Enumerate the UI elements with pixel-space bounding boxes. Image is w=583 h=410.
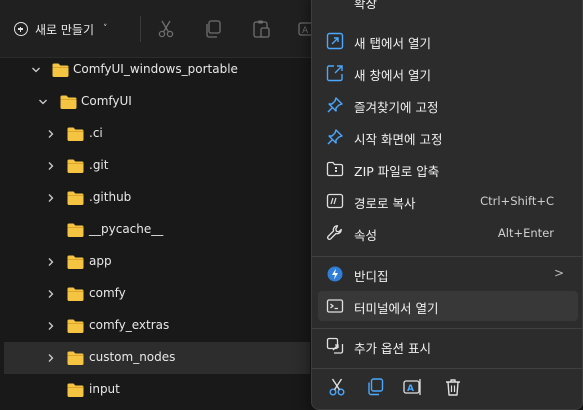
menu-item-label: 반디집 — [354, 269, 389, 284]
svg-text:A: A — [302, 26, 309, 36]
chevron-right-icon[interactable] — [46, 161, 56, 171]
tree-item-label: .git — [89, 158, 109, 172]
tree-row[interactable]: .github — [4, 182, 310, 214]
menu-item-copy-path[interactable]: 경로로 복사 Ctrl+Shift+C — [318, 186, 578, 216]
chevron-right-icon: > — [553, 266, 564, 280]
tree-row[interactable]: input — [4, 374, 310, 406]
tree-item-label: app — [89, 254, 112, 268]
menu-item-label: 속성 — [354, 228, 378, 243]
tree-item-label: comfy — [89, 286, 126, 300]
chevron-right-icon[interactable] — [46, 257, 56, 267]
chevron-right-icon[interactable] — [46, 289, 56, 299]
bandizip-icon — [327, 266, 343, 282]
tree-row[interactable]: .git — [4, 150, 310, 182]
folder-icon — [67, 351, 84, 365]
menu-item-shortcut: Ctrl+Shift+C — [480, 194, 554, 208]
paste-icon[interactable] — [251, 19, 271, 39]
folder-icon — [67, 159, 84, 173]
tree-row[interactable]: comfy — [4, 278, 310, 310]
tree-item-label: __pycache__ — [89, 222, 164, 236]
cut-icon[interactable] — [326, 376, 348, 398]
menu-divider — [312, 368, 582, 369]
tree-row[interactable]: comfy_extras — [4, 310, 310, 342]
menu-item-label: 즐겨찾기에 고정 — [354, 100, 439, 115]
tree-item-label: ComfyUI_windows_portable — [73, 62, 238, 76]
tree-row[interactable]: ComfyUI — [4, 86, 310, 118]
cut-icon[interactable] — [156, 19, 176, 39]
menu-divider — [312, 256, 582, 257]
copy-icon[interactable] — [203, 19, 223, 39]
menu-item-pin-favorites[interactable]: 즐겨찾기에 고정 — [318, 90, 578, 120]
menu-item-label: 추가 옵션 표시 — [354, 341, 431, 356]
chevron-down-icon: ˅ — [103, 24, 108, 34]
terminal-icon — [326, 299, 344, 313]
folder-icon — [67, 287, 84, 301]
folder-icon — [67, 319, 84, 333]
svg-text:A: A — [407, 384, 414, 394]
context-menu: 확장 새 탭에서 열기 새 창에서 열기 즐겨찾기에 고정 시작 화면에 고정 — [311, 0, 583, 410]
chevron-right-icon[interactable] — [46, 193, 56, 203]
chevron-down-icon[interactable] — [31, 65, 41, 75]
menu-item-open-new-window[interactable]: 새 창에서 열기 — [318, 58, 578, 88]
tree-item-label: custom_nodes — [89, 350, 176, 364]
menu-item-properties[interactable]: 속성 Alt+Enter — [318, 218, 578, 248]
zip-folder-icon — [326, 161, 344, 177]
new-button-label: 새로 만들기 — [35, 22, 95, 37]
menu-item-zip[interactable]: ZIP 파일로 압축 — [318, 154, 578, 184]
menu-item-label: 시작 화면에 고정 — [354, 132, 443, 147]
more-options-icon — [326, 337, 344, 354]
menu-item-expand[interactable]: 확장 — [318, 0, 578, 16]
open-in-new-window-icon — [326, 65, 343, 82]
folder-icon — [60, 95, 77, 109]
open-in-new-tab-icon — [326, 32, 344, 50]
menu-item-more-options[interactable]: 추가 옵션 표시 — [318, 331, 578, 361]
menu-item-label: 새 창에서 열기 — [354, 68, 431, 83]
pin-icon — [327, 97, 343, 113]
folder-icon — [67, 383, 84, 397]
menu-item-bandizip[interactable]: 반디집 > — [318, 259, 578, 289]
folder-icon — [67, 223, 84, 237]
menu-item-open-new-tab[interactable]: 새 탭에서 열기 — [318, 26, 578, 56]
folder-icon — [67, 191, 84, 205]
copy-icon[interactable] — [364, 376, 386, 398]
new-button[interactable]: 새로 만들기 ˅ — [14, 14, 108, 44]
menu-item-label: 터미널에서 열기 — [354, 301, 439, 316]
toolbar-divider — [140, 16, 141, 42]
menu-divider — [312, 328, 582, 329]
folder-icon — [67, 127, 84, 141]
menu-item-open-terminal[interactable]: 터미널에서 열기 — [318, 291, 578, 321]
menu-item-shortcut: Alt+Enter — [497, 226, 554, 240]
tree-row[interactable]: ComfyUI_windows_portable — [4, 54, 310, 86]
rename-icon[interactable]: A — [402, 376, 424, 398]
tree-row[interactable]: app — [4, 246, 310, 278]
chevron-right-icon[interactable] — [46, 129, 56, 139]
delete-icon[interactable] — [442, 376, 464, 398]
menu-item-label: 새 탭에서 열기 — [354, 36, 431, 51]
pin-icon — [327, 129, 343, 145]
folder-icon — [52, 63, 69, 77]
tree-row[interactable]: __pycache__ — [4, 214, 310, 246]
chevron-right-icon[interactable] — [46, 353, 56, 363]
tree-row-selected[interactable]: custom_nodes — [4, 342, 310, 374]
tree-item-label: ComfyUI — [81, 94, 132, 108]
menu-item-pin-start[interactable]: 시작 화면에 고정 — [318, 122, 578, 152]
menu-item-label: 경로로 복사 — [354, 196, 416, 211]
menu-item-label: 확장 — [354, 0, 378, 11]
chevron-right-icon[interactable] — [46, 321, 56, 331]
tree-item-label: .github — [89, 190, 132, 204]
folder-icon — [67, 255, 84, 269]
plus-circle-icon — [14, 22, 28, 36]
tree-item-label: input — [89, 382, 120, 396]
copy-path-icon — [326, 193, 344, 209]
menu-item-label: ZIP 파일로 압축 — [354, 164, 440, 179]
chevron-down-icon[interactable] — [38, 97, 48, 107]
tree-item-label: comfy_extras — [89, 318, 170, 332]
wrench-icon — [327, 225, 342, 240]
tree-item-label: .ci — [89, 126, 103, 140]
tree-row[interactable]: .ci — [4, 118, 310, 150]
